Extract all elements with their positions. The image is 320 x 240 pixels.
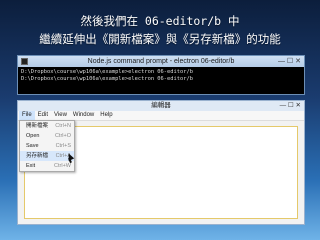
console-app-icon (21, 58, 28, 65)
menu-item-shortcut: Ctrl+S (55, 143, 71, 149)
menu-item-open[interactable]: Open Ctrl+O (20, 131, 74, 141)
menu-item-label: Open (26, 133, 40, 139)
console-line: D:\Dropbox\course\wp106a\example>electro… (21, 69, 194, 75)
app-title: 編輯器 (151, 102, 171, 109)
menu-window[interactable]: Window (70, 111, 97, 120)
menu-item-label: Save (26, 143, 39, 149)
console-line: D:\Dropbox\course\wp106a\example>electro… (21, 76, 194, 82)
menu-view[interactable]: View (51, 111, 70, 120)
slide-title-line-1: 然後我們在 06-editor/b 中 (80, 14, 240, 28)
console-title: Node.js command prompt - electron 06-edi… (87, 58, 235, 65)
editor-app-window: 編輯器 — ☐ ✕ File Edit View Window Help 開新檔… (17, 100, 305, 225)
menu-item-new-file[interactable]: 開新檔案 Ctrl+N (20, 121, 74, 131)
app-window-controls[interactable]: — ☐ ✕ (280, 101, 301, 111)
menu-item-save[interactable]: Save Ctrl+S (20, 141, 74, 151)
menu-help[interactable]: Help (97, 111, 115, 120)
menu-item-label: Exit (26, 163, 36, 169)
menu-item-label: 另存新檔 (26, 153, 49, 159)
app-titlebar: 編輯器 — ☐ ✕ (18, 101, 304, 111)
file-menu-dropdown: 開新檔案 Ctrl+N Open Ctrl+O Save Ctrl+S 另存新檔… (19, 120, 75, 172)
menu-item-label: 開新檔案 (26, 123, 49, 129)
menu-item-shortcut: Ctrl+O (54, 133, 71, 139)
menu-item-shortcut: Ctrl+W (54, 163, 71, 169)
console-window-controls[interactable]: — ☐ ✕ (278, 57, 301, 66)
console-output: D:\Dropbox\course\wp106a\example>electro… (18, 67, 304, 85)
console-titlebar: Node.js command prompt - electron 06-edi… (18, 56, 304, 67)
slide-title-line-2: 繼續延伸出《開新檔案》與《另存新檔》的功能 (39, 32, 281, 46)
menu-item-exit[interactable]: Exit Ctrl+W (20, 161, 74, 171)
slide-title: 然後我們在 06-editor/b 中 繼續延伸出《開新檔案》與《另存新檔》的功… (0, 12, 320, 48)
menu-item-shortcut: Ctrl+N (55, 123, 71, 129)
menu-file[interactable]: File (19, 111, 35, 120)
console-window: Node.js command prompt - electron 06-edi… (17, 55, 305, 95)
menu-edit[interactable]: Edit (35, 111, 51, 120)
